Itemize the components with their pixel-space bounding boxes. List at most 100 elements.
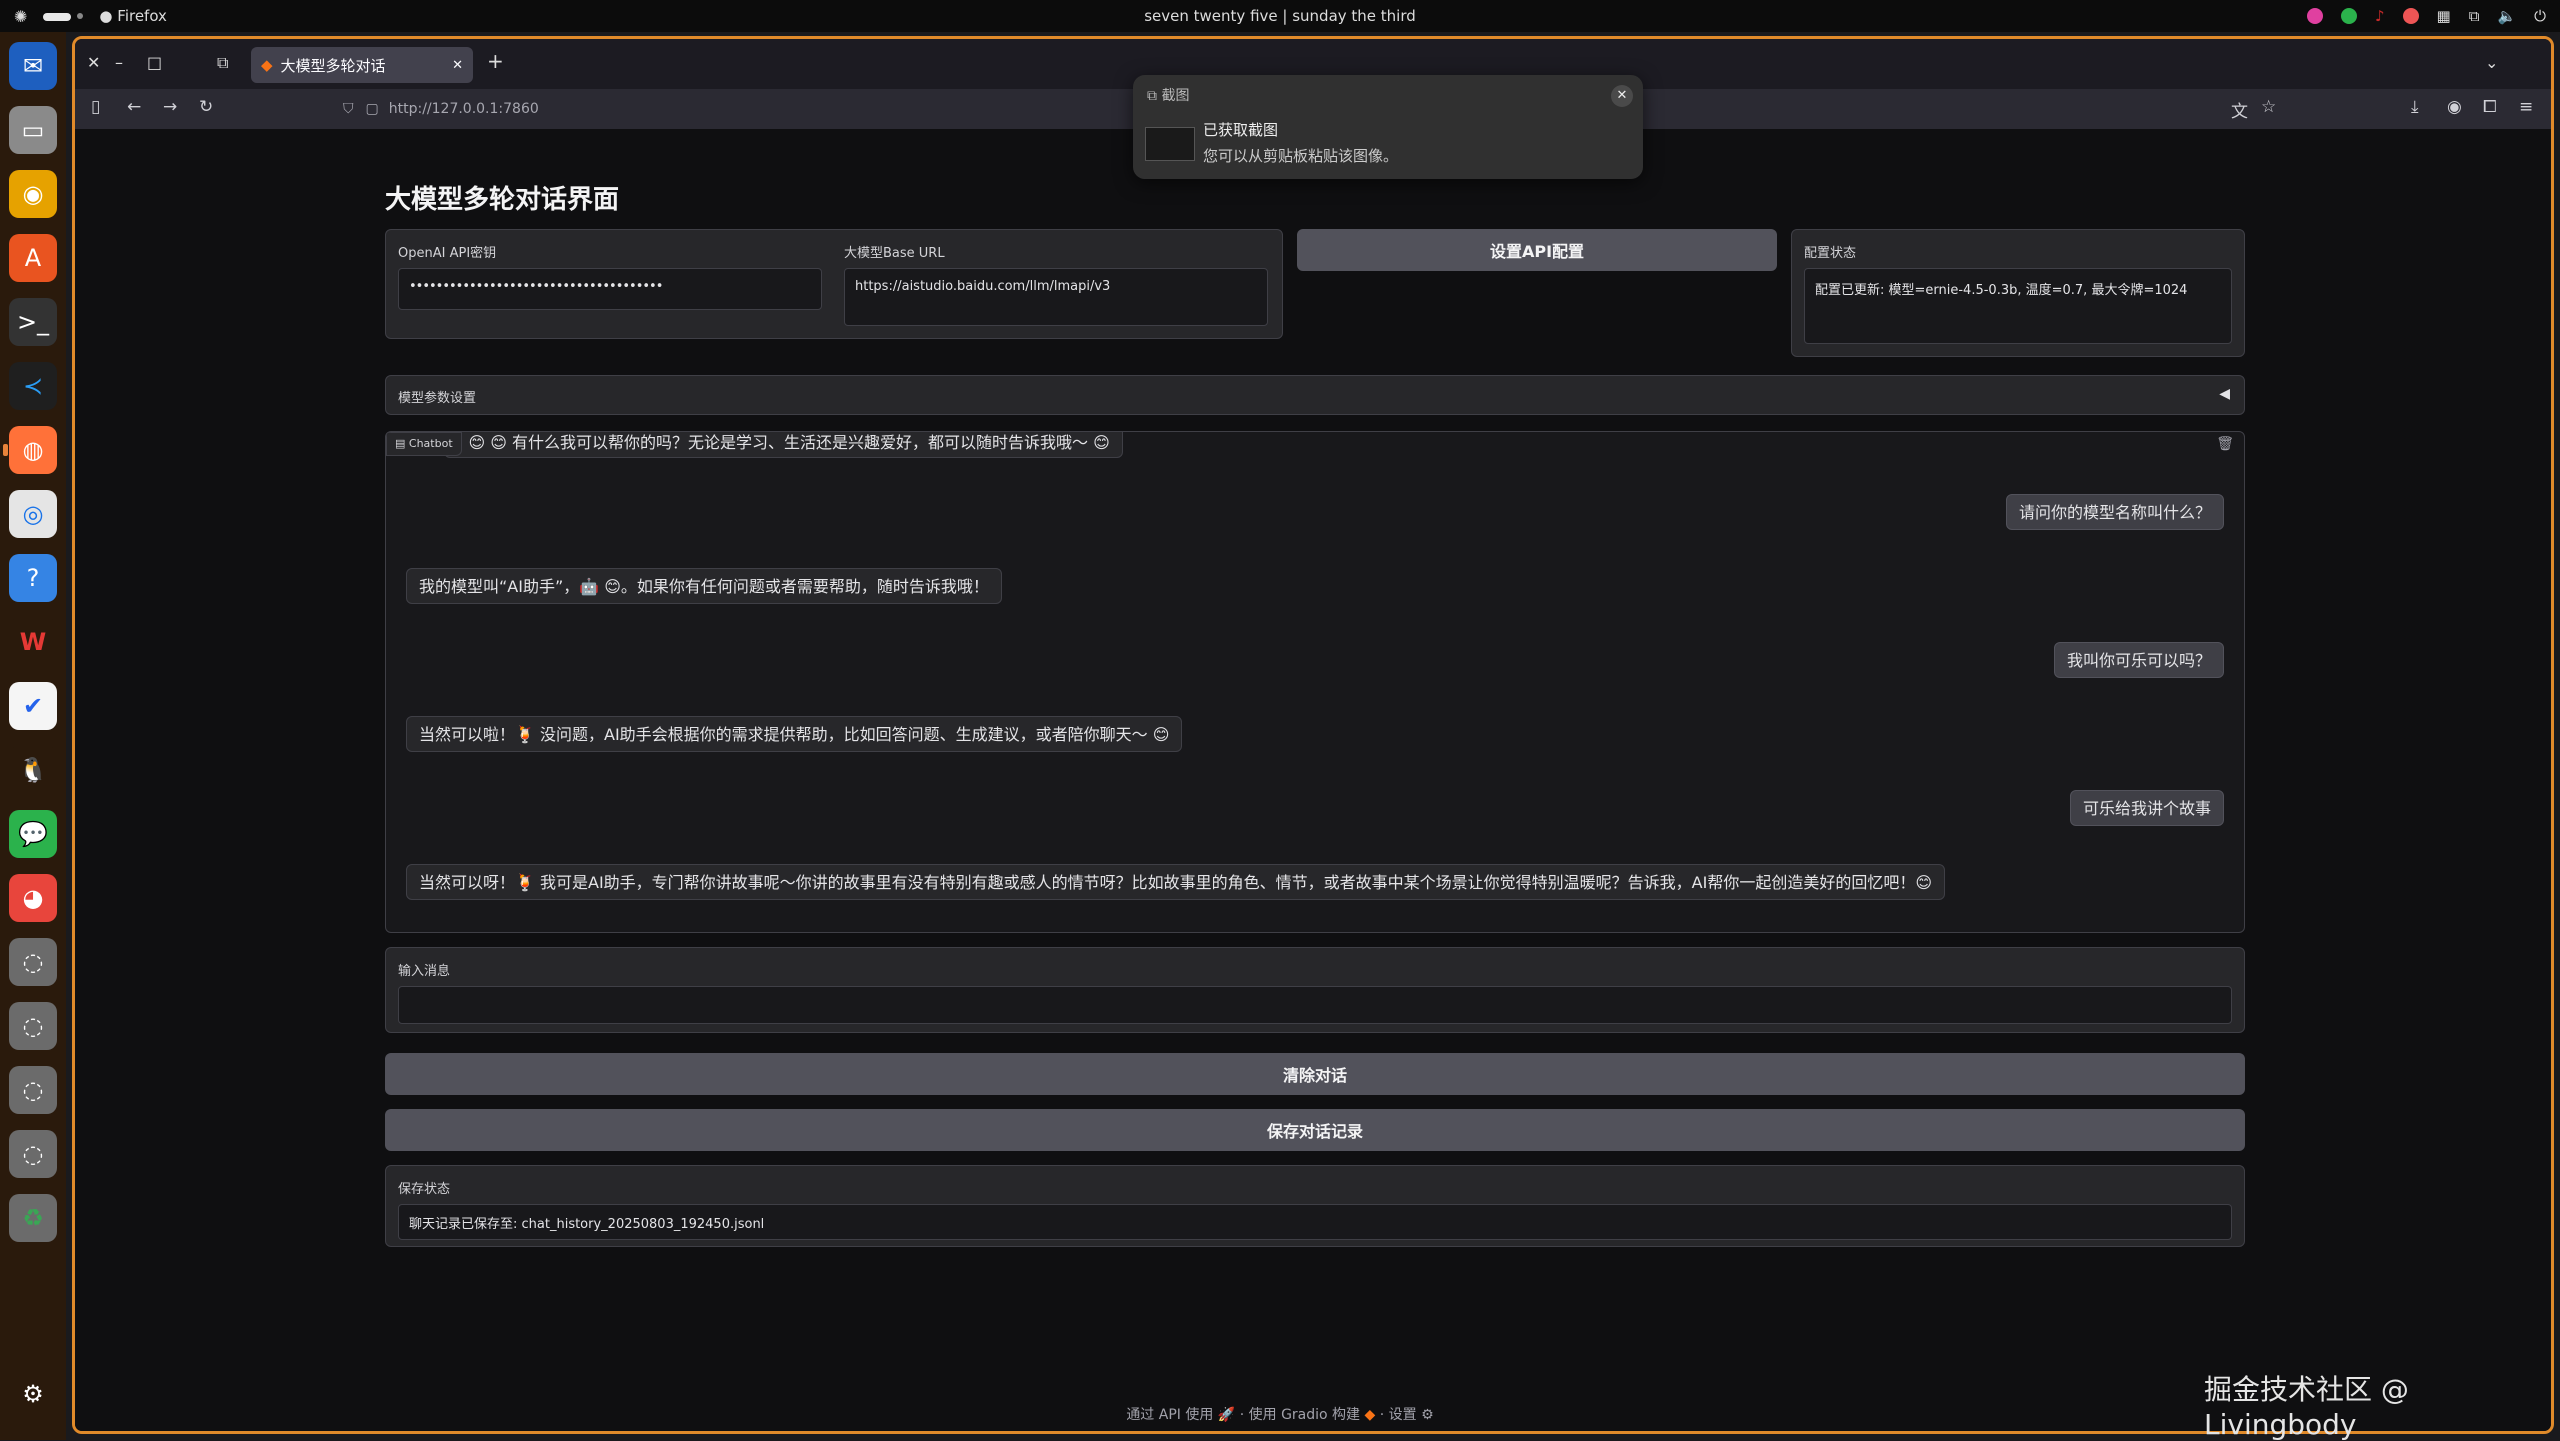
clear-chat-button[interactable]: 清除对话	[385, 1053, 2245, 1095]
message-input-label: 输入消息	[398, 964, 451, 979]
disk-icon[interactable]: ◌	[9, 938, 57, 986]
tab-active[interactable]: ◆ 大模型多轮对话 ✕	[251, 47, 473, 83]
chatbot-label: Chatbot	[408, 437, 453, 450]
screenshot-thumbnail	[1145, 127, 1195, 161]
sidebar-toggle-icon[interactable]: ▯	[91, 97, 100, 117]
network-icon[interactable]: ⧉	[2469, 7, 2480, 25]
back-icon[interactable]: ←	[127, 97, 141, 117]
shield-icon[interactable]: ⛉	[343, 101, 354, 117]
save-chat-button[interactable]: 保存对话记录	[385, 1109, 2245, 1151]
close-window-icon[interactable]: ✕	[87, 53, 100, 72]
settings-link[interactable]: 设置	[1389, 1407, 1417, 1423]
chat-message-assistant: ! 😊 😊 有什么我可以帮你的吗？无论是学习、生活还是兴趣爱好，都可以随时告诉我…	[444, 432, 1123, 458]
url-bar[interactable]: ⛉ ▢ http://127.0.0.1:7860	[343, 95, 1063, 123]
account-icon[interactable]: ◉	[2447, 97, 2462, 117]
disk-icon[interactable]: ◌	[9, 1002, 57, 1050]
model-params-accordion[interactable]: 模型参数设置 ◀	[385, 375, 2245, 415]
wechat-tray-icon[interactable]	[2340, 8, 2357, 24]
chat-message-assistant: 当然可以啦！🍹 没问题，AI助手会根据你的需求提供帮助，比如回答问题、生成建议，…	[406, 716, 1183, 752]
page-title: 大模型多轮对话界面	[385, 185, 620, 215]
chat-icon: ▤	[395, 437, 406, 450]
clock[interactable]: seven twenty five | sunday the third	[0, 0, 2560, 32]
chrome-icon[interactable]: ◎	[9, 490, 57, 538]
tab-title: 大模型多轮对话	[280, 56, 386, 75]
extensions-icon[interactable]: ⧠	[2483, 97, 2497, 117]
wechat-icon[interactable]: 💬	[9, 810, 57, 858]
app-center-icon[interactable]: A	[9, 234, 57, 282]
trash-icon[interactable]: ♻	[9, 1194, 57, 1242]
chat-message-user: 请问你的模型名称叫什么？	[2005, 494, 2224, 530]
config-status-panel: 配置状态 配置已更新: 模型=ernie-4.5-0.3b, 温度=0.7, 最…	[1791, 229, 2245, 357]
set-api-config-button[interactable]: 设置API配置	[1297, 229, 1777, 271]
url-text[interactable]: http://127.0.0.1:7860	[389, 101, 539, 117]
bookmark-star-icon[interactable]: ☆	[2261, 97, 2276, 117]
gradio-page: 大模型多轮对话界面 OpenAI API密钥 •••••••••••••••••…	[75, 129, 2551, 1431]
notification-app: ⧉ 截图	[1147, 85, 1189, 105]
gear-icon[interactable]: ⚙	[1421, 1407, 1434, 1423]
api-config-panel: OpenAI API密钥 •••••••••••••••••••••••••••…	[385, 229, 1283, 339]
config-status-label: 配置状态	[1804, 246, 1857, 261]
config-status-field[interactable]: 配置已更新: 模型=ernie-4.5-0.3b, 温度=0.7, 最大令牌=1…	[1804, 268, 2232, 344]
tray-music-icon[interactable]: ♪	[2375, 7, 2385, 25]
os-top-bar: ✺ ● Firefox seven twenty five | sunday t…	[0, 0, 2560, 32]
api-key-field[interactable]: ••••••••••••••••••••••••••••••••••••••	[398, 268, 822, 310]
save-status-label: 保存状态	[398, 1182, 451, 1197]
menu-icon[interactable]: ≡	[2519, 97, 2533, 117]
power-icon[interactable]: ⏻	[2534, 7, 2546, 25]
disk-icon[interactable]: ◌	[9, 1066, 57, 1114]
close-tab-icon[interactable]: ✕	[452, 58, 463, 73]
tab-overview-icon[interactable]: ⧉	[217, 53, 228, 73]
firefox-dock-icon[interactable]: ◍	[3, 426, 57, 474]
built-with-gradio-link[interactable]: 使用 Gradio 构建	[1249, 1407, 1360, 1423]
weibo-icon[interactable]: ◕	[9, 874, 57, 922]
notification-body: 您可以从剪贴板粘贴该图像。	[1203, 147, 1399, 165]
watermark: 掘金技术社区 @ Livingbody	[2204, 1373, 2409, 1441]
chatbot-panel: ▤ Chatbot 🗑 ! 😊 😊 有什么我可以帮你的吗？无论是学习、生活还是兴…	[385, 431, 2245, 933]
help-icon[interactable]: ?	[9, 554, 57, 602]
browser-window: ✕ – □ ⧉ ◆ 大模型多轮对话 ✕ + ⌄ ▯ ← → ↻ ⛉ ▢ http…	[72, 36, 2554, 1434]
tab-list-chevron-down-icon[interactable]: ⌄	[2485, 53, 2498, 72]
translate-icon[interactable]: 文	[2231, 97, 2248, 122]
trash-icon[interactable]: 🗑	[2216, 436, 2234, 452]
model-params-label: 模型参数设置	[398, 391, 477, 406]
forward-icon[interactable]: →	[163, 97, 177, 117]
grid-icon[interactable]: ▦	[2437, 7, 2451, 25]
downloads-icon[interactable]: ⤓	[2411, 97, 2419, 117]
disk-icon[interactable]: ◌	[9, 1130, 57, 1178]
gradio-footer: 通过 API 使用 🚀 · 使用 Gradio 构建 ◆ · 设置 ⚙	[1126, 1407, 1434, 1423]
gradio-logo-icon: ◆	[1364, 1407, 1376, 1423]
terminal-icon[interactable]: >_	[9, 298, 57, 346]
message-input-panel: 输入消息	[385, 947, 2245, 1033]
close-icon[interactable]: ✕	[1611, 85, 1633, 107]
notification-title: 已获取截图	[1203, 121, 1279, 139]
qq-icon[interactable]: 🐧	[9, 746, 57, 794]
chat-message-assistant: 当然可以呀！🍹 我可是AI助手，专门帮你讲故事呢～你讲的故事里有没有特别有趣或感…	[406, 864, 1946, 900]
maximize-window-icon[interactable]: □	[147, 53, 162, 72]
thunderbird-icon[interactable]: ✉	[9, 42, 57, 90]
use-via-api-link[interactable]: 通过 API 使用	[1126, 1407, 1213, 1423]
new-tab-icon[interactable]: +	[487, 49, 504, 73]
save-status-field[interactable]: 聊天记录已保存至: chat_history_20250803_192450.j…	[398, 1204, 2232, 1240]
message-input-field[interactable]	[398, 986, 2232, 1024]
gradio-favicon-icon: ◆	[261, 56, 273, 74]
tray-app-icon[interactable]	[2306, 8, 2323, 24]
reload-icon[interactable]: ↻	[199, 97, 213, 117]
files-icon[interactable]: ▭	[9, 106, 57, 154]
wps-icon[interactable]: W	[9, 618, 57, 666]
base-url-label: 大模型Base URL	[844, 246, 945, 261]
rhythmbox-icon[interactable]: ◉	[9, 170, 57, 218]
dock: ✉ ▭ ◉ A >_ ≺ ◍ ◎ ? W ✔ 🐧 💬 ◕ ◌ ◌ ◌ ◌ ♻ ⚙	[0, 32, 66, 1440]
system-tray: ♪ ▦ ⧉ 🔈 ⏻	[2306, 0, 2546, 32]
base-url-field[interactable]: https://aistudio.baidu.com/llm/lmapi/v3	[844, 268, 1268, 326]
vscode-icon[interactable]: ≺	[9, 362, 57, 410]
collapse-triangle-icon[interactable]: ◀	[2219, 386, 2230, 402]
todo-icon[interactable]: ✔	[9, 682, 57, 730]
volume-icon[interactable]: 🔈	[2497, 7, 2516, 25]
rocket-icon: 🚀	[1217, 1407, 1236, 1423]
save-status-panel: 保存状态 聊天记录已保存至: chat_history_20250803_192…	[385, 1165, 2245, 1247]
screenshot-notification[interactable]: ⧉ 截图 ✕ 已获取截图 您可以从剪贴板粘贴该图像。	[1133, 75, 1643, 179]
screenshot-icon: ⧉	[1147, 88, 1157, 104]
chat-message-assistant: 我的模型叫“AI助手”，🤖 😊。如果你有任何问题或者需要帮助，随时告诉我哦！	[406, 568, 1002, 604]
tray-red-icon[interactable]	[2402, 8, 2419, 24]
minimize-window-icon[interactable]: –	[115, 53, 123, 72]
